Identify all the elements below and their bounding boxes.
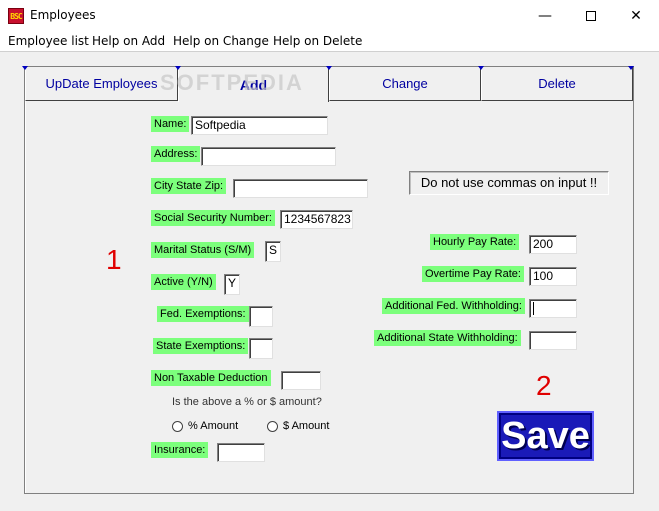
name-label: Name: [151, 116, 190, 132]
menu-bar: Employee list Help on Add Help on Change… [0, 32, 659, 51]
city-state-zip-field[interactable] [233, 179, 368, 198]
ssn-label: Social Security Number: [151, 210, 275, 226]
hourly-pay-rate-field[interactable]: 200 [529, 235, 577, 254]
annotation-number-1: 1 [106, 244, 122, 275]
tab-change[interactable]: Change [329, 67, 481, 101]
text-cursor [533, 302, 534, 316]
menu-help-change[interactable]: Help on Change [173, 34, 269, 48]
fed-exemptions-field[interactable] [249, 306, 273, 327]
hourly-pay-rate-label: Hourly Pay Rate: [430, 234, 520, 250]
city-state-zip-label: City State Zip: [151, 178, 227, 194]
ssn-field[interactable]: 1234567823 [280, 210, 353, 229]
additional-state-withholding-label: Additional State Withholding: [374, 330, 521, 346]
maximize-button[interactable] [568, 0, 614, 32]
tab-marker [628, 66, 634, 70]
comma-warning-note: Do not use commas on input !! [409, 171, 609, 195]
fed-exemptions-label: Fed. Exemptions: [157, 306, 249, 322]
amount-type-question: Is the above a % or $ amount? [172, 396, 322, 408]
watermark: SOFTPEDIA [160, 70, 304, 95]
menu-employee-list[interactable]: Employee list [8, 34, 89, 48]
app-icon[interactable]: BSC [8, 8, 24, 24]
tab-marker [22, 66, 28, 70]
maximize-icon [586, 11, 596, 21]
marital-status-label: Marital Status (S/M) [151, 242, 255, 258]
radio-circle-icon [267, 420, 278, 432]
active-field[interactable]: Y [224, 274, 240, 295]
additional-state-withholding-field[interactable] [529, 331, 577, 350]
state-exemptions-label: State Exemptions: [153, 338, 249, 354]
additional-fed-withholding-label: Additional Fed. Withholding: [382, 298, 525, 314]
menu-help-add[interactable]: Help on Add [92, 34, 165, 48]
tab-delete[interactable]: Delete [481, 67, 633, 101]
dollar-amount-label: $ Amount [283, 420, 330, 432]
tab-marker [326, 66, 332, 70]
name-field[interactable]: Softpedia [191, 116, 328, 135]
state-exemptions-field[interactable] [249, 338, 273, 359]
non-taxable-deduction-field[interactable] [281, 371, 321, 390]
save-button[interactable]: Save [497, 411, 594, 461]
tab-update-employees[interactable]: UpDate Employees [25, 67, 178, 101]
title-bar: BSC Employees — ✕ [0, 0, 659, 32]
additional-fed-withholding-field[interactable] [529, 299, 577, 318]
minimize-button[interactable]: — [522, 0, 568, 32]
percent-amount-radio[interactable]: % Amount [172, 420, 238, 432]
dollar-amount-radio[interactable]: $ Amount [267, 420, 329, 432]
active-label: Active (Y/N) [151, 274, 216, 290]
overtime-pay-rate-field[interactable]: 100 [529, 267, 577, 286]
close-button[interactable]: ✕ [613, 0, 659, 32]
tab-marker [478, 66, 484, 70]
insurance-label: Insurance: [151, 442, 209, 458]
non-taxable-deduction-label: Non Taxable Deduction [151, 370, 271, 386]
percent-amount-label: % Amount [188, 420, 239, 432]
overtime-pay-rate-label: Overtime Pay Rate: [422, 266, 524, 282]
window-title: Employees [30, 8, 96, 22]
annotation-number-2: 2 [536, 370, 552, 401]
radio-circle-icon [172, 420, 183, 432]
address-field[interactable] [201, 147, 336, 166]
menu-help-delete[interactable]: Help on Delete [273, 34, 362, 48]
marital-status-field[interactable]: S [265, 241, 281, 262]
address-label: Address: [151, 146, 201, 162]
insurance-field[interactable] [217, 443, 265, 462]
